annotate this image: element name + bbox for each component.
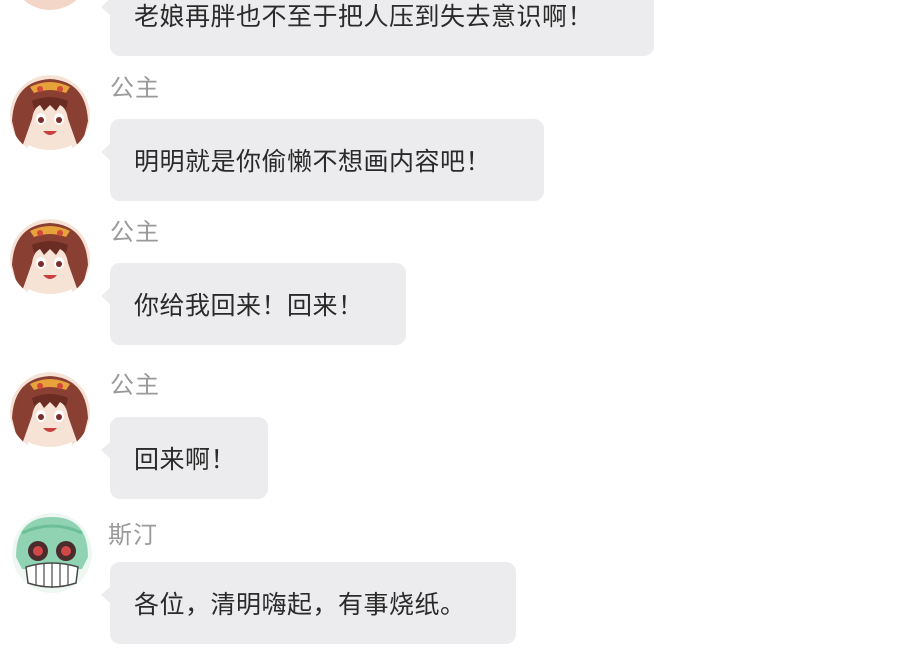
message-text: 各位，清明嗨起，有事烧纸。: [134, 590, 466, 619]
message-bubble[interactable]: 老娘再胖也不至于把人压到失去意识啊！: [101, 0, 654, 56]
message-text: 回来啊！: [134, 445, 237, 474]
message-text: 老娘再胖也不至于把人压到失去意识啊！: [134, 2, 594, 31]
sting-avatar[interactable]: [12, 513, 92, 593]
message-bubble[interactable]: 各位，清明嗨起，有事烧纸。: [101, 562, 516, 644]
sender-name: 公主: [110, 74, 160, 102]
sender-name: 公主: [110, 371, 160, 399]
princess-avatar[interactable]: [10, 372, 90, 452]
princess-avatar[interactable]: [10, 219, 90, 299]
princess-avatar[interactable]: [10, 0, 90, 10]
message-bubble[interactable]: 明明就是你偷懒不想画内容吧！: [101, 119, 544, 201]
message-bubble[interactable]: 你给我回来！回来！: [101, 263, 406, 345]
message-text: 明明就是你偷懒不想画内容吧！: [134, 147, 492, 176]
princess-avatar[interactable]: [10, 75, 90, 155]
sender-name: 斯汀: [108, 521, 158, 549]
message-bubble[interactable]: 回来啊！: [101, 417, 268, 499]
chat-log: 老娘再胖也不至于把人压到失去意识啊！ 公主 明明就是你偷懒不想画内容吧！ 公主 …: [0, 0, 900, 648]
message-text: 你给我回来！回来！: [134, 291, 364, 320]
sender-name: 公主: [110, 218, 160, 246]
